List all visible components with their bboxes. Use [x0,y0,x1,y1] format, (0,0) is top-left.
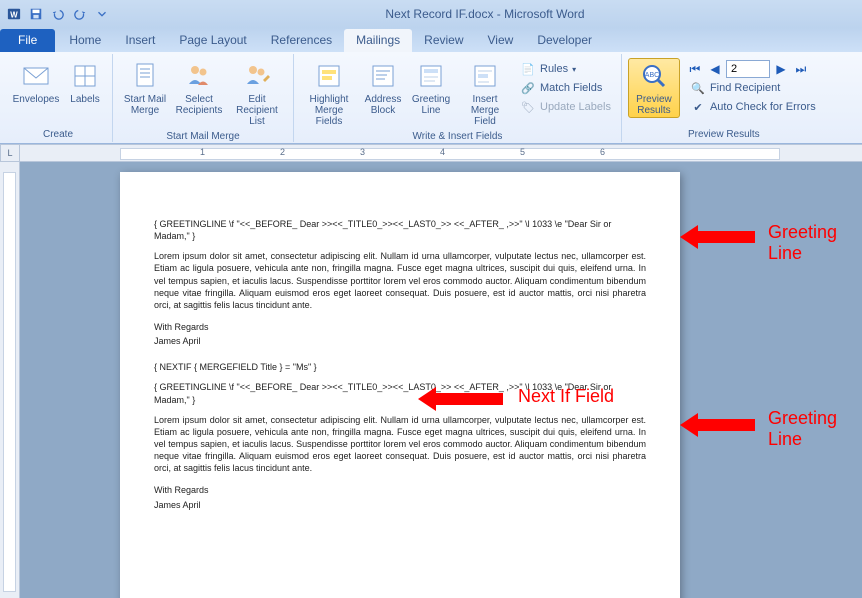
svg-text:W: W [10,11,18,20]
group-create: Envelopes Labels Create [4,54,113,142]
redo-icon[interactable] [70,4,90,24]
horizontal-ruler[interactable]: 1 2 3 4 5 6 [20,144,862,162]
rules-button[interactable]: 📄Rules ▾ [516,60,615,78]
greeting-line-field-2[interactable]: { GREETINGLINE \f "<<_BEFORE_ Dear >><<_… [154,381,646,405]
nextif-field[interactable]: { NEXTIF { MERGEFIELD Title } = "Ms" } [154,361,646,373]
address-block-button[interactable]: Address Block [360,58,406,118]
tab-developer[interactable]: Developer [525,29,604,52]
magnifier-icon: ABC [638,60,670,92]
insert-field-icon [469,60,501,92]
page[interactable]: { GREETINGLINE \f "<<_BEFORE_ Dear >><<_… [120,172,680,598]
update-icon: 🏷 [520,99,536,115]
tab-mailings[interactable]: Mailings [344,29,412,52]
tab-references[interactable]: References [259,29,344,52]
last-record-button[interactable]: ⏭ [792,60,810,78]
qat-customize-icon[interactable] [92,4,112,24]
start-mail-merge-button[interactable]: Start Mail Merge [119,58,171,118]
ribbon: Envelopes Labels Create Start Mail Merge… [0,52,862,144]
window-title: Next Record IF.docx - Microsoft Word [112,7,858,21]
address-icon [367,60,399,92]
document-area[interactable]: { GREETINGLINE \f "<<_BEFORE_ Dear >><<_… [20,162,862,598]
quick-access-toolbar: W [4,4,112,24]
tab-page-layout[interactable]: Page Layout [167,29,258,52]
vertical-ruler[interactable] [0,162,20,598]
body-paragraph-2[interactable]: Lorem ipsum dolor sit amet, consectetur … [154,414,646,475]
tab-home[interactable]: Home [57,29,113,52]
rules-icon: 📄 [520,61,536,77]
envelope-icon [20,60,52,92]
record-nav: ⏮ ◀ ▶ ⏭ [686,60,820,78]
group-write-insert: Highlight Merge Fields Address Block Gre… [294,54,622,142]
insert-merge-field-button[interactable]: Insert Merge Field [456,58,514,129]
ribbon-tabs: File Home Insert Page Layout References … [0,28,862,52]
svg-text:ABC: ABC [645,72,659,79]
match-fields-button[interactable]: 🔗Match Fields [516,79,615,97]
match-icon: 🔗 [520,80,536,96]
save-icon[interactable] [26,4,46,24]
greeting-line-button[interactable]: Greeting Line [408,58,454,118]
first-record-button[interactable]: ⏮ [686,60,704,78]
highlight-icon [313,60,345,92]
tab-insert[interactable]: Insert [113,29,167,52]
ruler-corner[interactable]: L [0,144,20,162]
tab-view[interactable]: View [476,29,526,52]
edit-recipient-list-button[interactable]: Edit Recipient List [227,58,287,129]
document-icon [129,60,161,92]
edit-list-icon [241,60,273,92]
regards-2[interactable]: With Regards [154,484,646,496]
tab-review[interactable]: Review [412,29,475,52]
greeting-icon [415,60,447,92]
people-icon [183,60,215,92]
highlight-merge-fields-button[interactable]: Highlight Merge Fields [300,58,358,129]
check-icon: ✔ [690,99,706,115]
body-paragraph-1[interactable]: Lorem ipsum dolor sit amet, consectetur … [154,250,646,311]
auto-check-button[interactable]: ✔Auto Check for Errors [686,98,820,116]
update-labels-button: 🏷Update Labels [516,98,615,116]
signature-2[interactable]: James April [154,499,646,511]
next-record-button[interactable]: ▶ [772,60,790,78]
prev-record-button[interactable]: ◀ [706,60,724,78]
labels-button[interactable]: Labels [64,58,106,107]
find-recipient-button[interactable]: 🔍Find Recipient [686,79,820,97]
tab-file[interactable]: File [0,29,55,52]
labels-icon [69,60,101,92]
record-number-input[interactable] [726,60,770,78]
word-icon[interactable]: W [4,4,24,24]
title-bar: W Next Record IF.docx - Microsoft Word [0,0,862,28]
regards-1[interactable]: With Regards [154,321,646,333]
group-preview-results: ABC Preview Results ⏮ ◀ ▶ ⏭ 🔍Find Recipi… [622,54,826,142]
find-icon: 🔍 [690,80,706,96]
undo-icon[interactable] [48,4,68,24]
group-start-mail-merge: Start Mail Merge Select Recipients Edit … [113,54,294,142]
select-recipients-button[interactable]: Select Recipients [173,58,225,118]
envelopes-button[interactable]: Envelopes [10,58,62,107]
greeting-line-field-1[interactable]: { GREETINGLINE \f "<<_BEFORE_ Dear >><<_… [154,218,646,242]
preview-results-button[interactable]: ABC Preview Results [628,58,680,118]
signature-1[interactable]: James April [154,335,646,347]
